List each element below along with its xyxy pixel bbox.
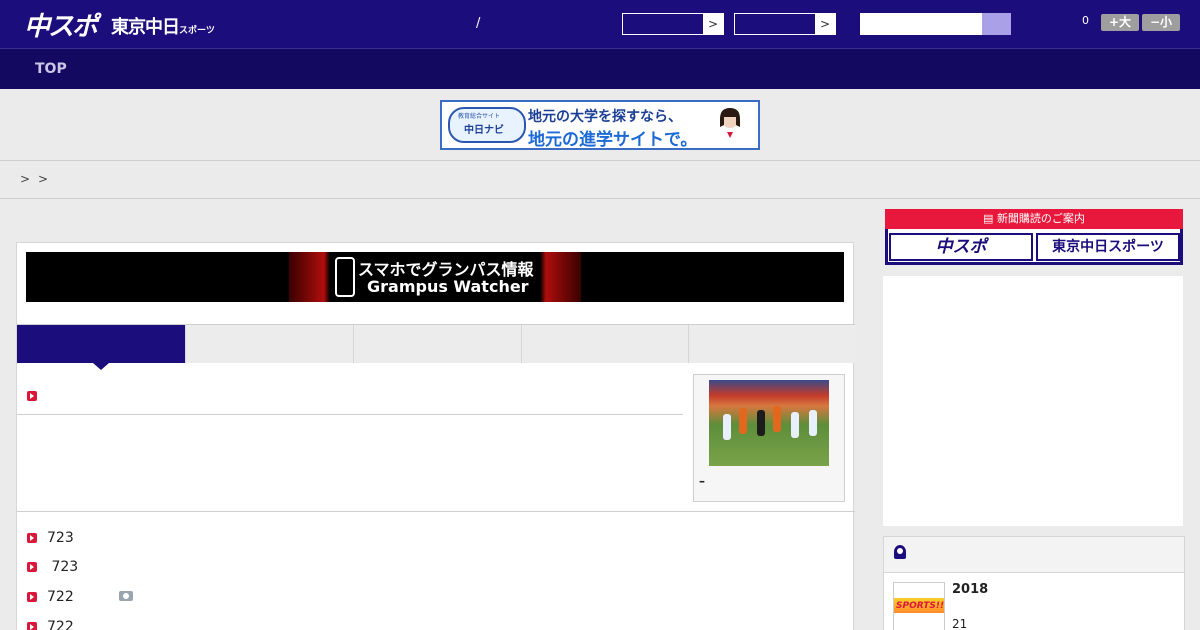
chuspo-subscribe-button[interactable]: 中スポ [889,233,1033,261]
smartphone-icon [335,257,355,297]
thumbnail-logo-text: SPORTS!! [896,601,945,611]
camera-icon [119,591,133,601]
photo-caption: – [699,474,705,488]
site-header: 中スポ 東京中日スポーツ / > > 0 +大 −小 [0,0,1200,48]
list-item[interactable]: 722 [27,589,227,611]
tab-5[interactable] [688,325,855,363]
news-comment-count: 723 [47,559,79,575]
ad-emblem-title: 中日ナビ [464,125,504,136]
ranking-header [884,537,1184,573]
headline-bullet-icon [27,391,37,401]
category-select-2[interactable]: > [734,13,836,35]
tokyo-chunichi-logo[interactable]: 東京中日スポーツ [111,13,215,39]
news-comment-count: 722 [47,589,74,605]
font-smaller-button[interactable]: −小 [1142,14,1180,31]
bullet-icon [27,562,37,572]
list-item[interactable]: 723 [27,559,227,581]
tokyo-chunichi-logo-text: 東京中日 [111,17,180,38]
chevron-right-icon[interactable]: > [815,14,835,34]
ad-person-image [714,108,746,147]
ranking-item-count: 21 [952,617,968,630]
main-content-panel: スマホでグランパス情報 Grampus Watcher – 723 723 72… [16,242,855,630]
subscription-title: 新聞購読のご案内 [996,212,1085,225]
grampus-banner-subtitle: Grampus Watcher [367,277,529,296]
news-comment-count: 723 [47,530,74,546]
search-button[interactable] [982,13,1011,35]
sidebar-ad-slot[interactable] [883,276,1183,526]
breadcrumb-separator: > [20,172,31,186]
newspaper-icon: ▤ [983,212,997,225]
subscription-header: ▤ 新聞購読のご案内 [885,209,1183,229]
ranking-thumbnail[interactable]: SPORTS!! [893,582,945,630]
grampus-watcher-banner[interactable]: スマホでグランパス情報 Grampus Watcher [26,252,844,302]
top-story-photo-card[interactable]: – [693,374,845,502]
bullet-icon [27,592,37,602]
advertisement-banner[interactable]: 教育総合サイト 中日ナビ 地元の大学を探すなら、 地元の進学サイトで。 [440,100,760,150]
header-separator: / [476,16,481,31]
tokyo-chunichi-logo-sub: スポーツ [179,26,215,36]
divider [17,511,855,512]
tokyo-chunichi-subscribe-button[interactable]: 東京中日スポーツ [1036,233,1180,261]
nav-item-top[interactable]: TOP [35,61,67,77]
bullet-icon [27,533,37,543]
bullet-icon [27,622,37,630]
ranking-item-title[interactable]: 2018 [952,582,988,597]
search-input[interactable] [860,13,1011,35]
news-comment-count: 722 [47,619,74,630]
ranking-widget: SPORTS!! 2018 21 [883,536,1185,630]
chevron-right-icon[interactable]: > [703,14,723,34]
tab-2[interactable] [185,325,353,363]
font-larger-button[interactable]: +大 [1101,14,1139,31]
soccer-match-photo[interactable] [709,380,829,466]
global-nav: TOP [0,48,1200,89]
list-item[interactable]: 723 [27,530,227,552]
subscription-box: ▤ 新聞購読のご案内 中スポ 東京中日スポーツ [885,209,1183,265]
category-select-1[interactable]: > [622,13,724,35]
ad-line-2: 地元の進学サイトで。 [528,130,698,150]
ad-emblem: 教育総合サイト 中日ナビ [448,107,526,143]
list-item[interactable]: 722 [27,619,227,630]
font-size-counter: 0 [1082,14,1089,27]
breadcrumb-separator: > [38,172,49,186]
ad-line-1: 地元の大学を探すなら、 [528,109,682,125]
breadcrumb: > > [0,161,1200,199]
divider [17,414,683,415]
ad-emblem-subtitle: 教育総合サイト [458,113,501,120]
ranking-medal-icon [894,545,906,559]
tab-4[interactable] [521,325,688,363]
chuspo-logo[interactable]: 中スポ [24,6,98,43]
category-tabs [17,324,855,370]
tab-1[interactable] [17,325,185,370]
ad-zone: 教育総合サイト 中日ナビ 地元の大学を探すなら、 地元の進学サイトで。 [0,89,1200,161]
tab-3[interactable] [353,325,521,363]
